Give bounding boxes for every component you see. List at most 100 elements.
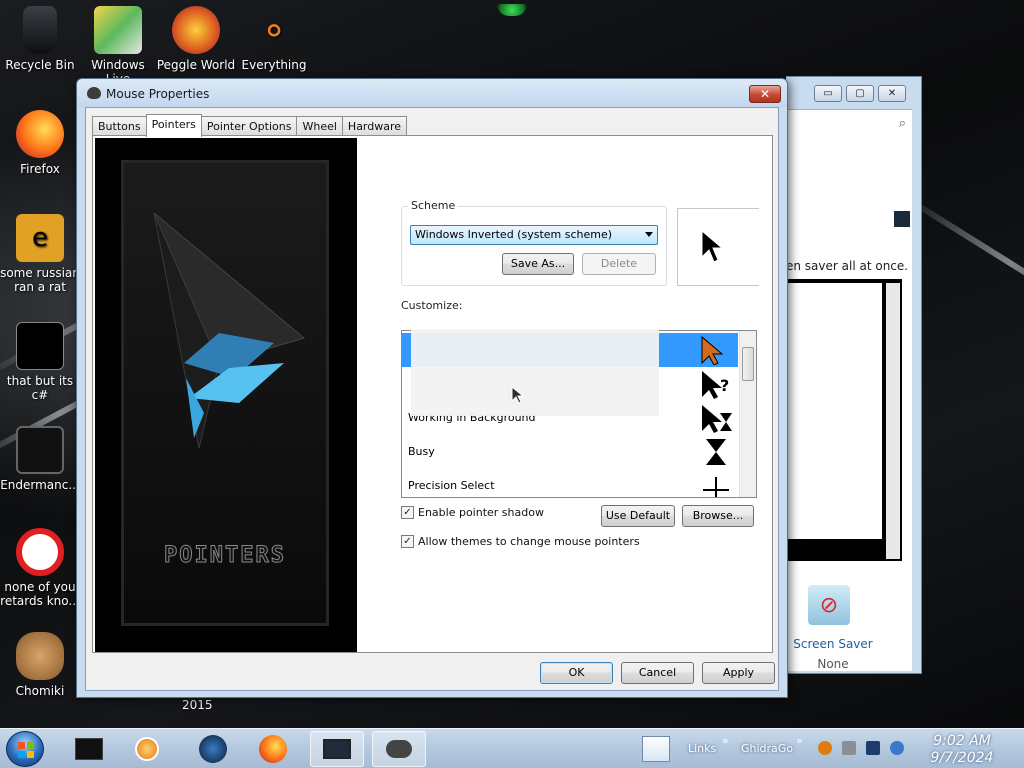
drag-ghost-overlay (411, 330, 659, 416)
tab-strip: Buttons Pointers Pointer Options Wheel H… (92, 114, 408, 137)
links-chevron[interactable]: » (722, 734, 729, 747)
allow-themes-row[interactable]: ✓ Allow themes to change mouse pointers (401, 535, 640, 548)
svg-text:?: ? (720, 376, 729, 395)
personalization-window[interactable]: ▭ ▢ ✕ ⌕ en saver all at once. ⊘ Screen S… (786, 76, 922, 674)
ghidrago-toolbar-label[interactable]: GhidraGo (741, 742, 793, 755)
caption-buttons: ▭ ▢ ✕ (814, 85, 906, 102)
browse-button[interactable]: Browse... (682, 505, 754, 527)
desktop-icon-label: some russian ran a rat (0, 266, 80, 294)
enable-pointer-shadow-checkbox[interactable]: ✓ (401, 506, 414, 519)
use-default-button[interactable]: Use Default (601, 505, 675, 527)
wallpaper-glow (497, 4, 527, 16)
help-icon[interactable] (894, 211, 910, 227)
video-icon (16, 426, 64, 474)
preview-brand-text: POINTERS (164, 543, 286, 569)
desktop-icon-peggle-world[interactable]: Peggle World (156, 6, 236, 72)
search-tray-icon[interactable] (818, 741, 832, 755)
scrollbar-thumb[interactable] (742, 347, 754, 381)
arrow-cursor-icon (701, 335, 724, 365)
taskbar-item-personalization[interactable] (310, 731, 364, 767)
settings-tray-icon[interactable] (842, 741, 856, 755)
delete-button[interactable]: Delete (582, 253, 656, 275)
firefox-icon (259, 735, 287, 763)
dialog-titlebar[interactable]: Mouse Properties ✕ (77, 79, 787, 107)
theme-gallery-content (788, 283, 882, 539)
gallery-scrollbar[interactable] (886, 283, 900, 559)
taskbar: Links » GhidraGo » 9:02 AM 9/7/2024 (0, 728, 1024, 768)
desktop-icon-everything[interactable]: ∘ Everything (234, 6, 314, 72)
allow-themes-label: Allow themes to change mouse pointers (418, 535, 640, 548)
mouse-cursor-icon (511, 386, 525, 404)
arrow-cursor-icon (701, 229, 724, 263)
taskbar-item-mouse-properties[interactable] (372, 731, 426, 767)
taskbar-item-firefox[interactable] (246, 731, 300, 767)
desktop-icon-chomiki[interactable]: Chomiki (0, 632, 80, 698)
screen-saver-tip: en saver all at once. (786, 259, 909, 273)
tab-wheel[interactable]: Wheel (296, 116, 343, 136)
start-button[interactable] (6, 731, 44, 767)
tab-pointers[interactable]: Pointers (145, 114, 202, 137)
close-button[interactable]: ✕ (749, 85, 781, 103)
mouse-icon (386, 740, 412, 758)
busy-hourglass-cursor-icon (706, 439, 726, 465)
desktop-icon-recycle-bin[interactable]: Recycle Bin (0, 6, 80, 72)
crosshair-cursor-icon (703, 477, 729, 497)
search-icon[interactable]: ⌕ (899, 116, 906, 131)
recycle-bin-icon (23, 6, 57, 54)
scheme-group: Scheme Windows Inverted (system scheme) … (401, 199, 667, 286)
links-toolbar-label[interactable]: Links (688, 742, 716, 755)
close-button[interactable]: ✕ (878, 85, 906, 102)
help-select-cursor-icon: ? (702, 371, 729, 399)
desktop-icon-some-russian[interactable]: e some russian ran a rat (0, 214, 80, 294)
ok-button[interactable]: OK (540, 662, 613, 684)
pointer-preview-box (677, 208, 759, 286)
tab-pointer-options[interactable]: Pointer Options (200, 116, 298, 136)
cursor-list-scrollbar[interactable] (739, 331, 756, 497)
desktop-icon-endermanch[interactable]: Endermanc... (0, 426, 80, 492)
ghidrago-chevron[interactable]: » (796, 734, 803, 747)
save-as-button[interactable]: Save As... (502, 253, 574, 275)
cursor-row-busy[interactable]: Busy (402, 435, 738, 469)
peggle-world-icon (172, 6, 220, 54)
cursor-label: Busy (408, 445, 435, 458)
taskbar-item-globe[interactable] (186, 731, 240, 767)
desktop-icon-label: Everything (241, 58, 307, 72)
screen-saver-link[interactable]: Screen Saver (786, 637, 880, 651)
desktop-icon-label: Recycle Bin (5, 58, 75, 72)
pointers-tab-page: POINTERS Scheme Windows Inverted (system… (92, 135, 773, 653)
network-tray-icon[interactable] (866, 741, 880, 755)
window-content: en saver all at once. ⊘ Screen Saver Non… (786, 141, 912, 671)
minimize-button[interactable]: ▭ (814, 85, 842, 102)
tab-hardware[interactable]: Hardware (341, 116, 408, 136)
volume-tray-icon[interactable] (890, 741, 904, 755)
desktop-icon-that-but-its-c[interactable]: that but its c# (0, 322, 80, 402)
apply-button[interactable]: Apply (702, 662, 775, 684)
desktop-icon-none-of-you[interactable]: none of you retards kno... (0, 528, 80, 608)
enable-pointer-shadow-row[interactable]: ✓ Enable pointer shadow (401, 506, 544, 519)
desktop-icon-windows-live[interactable]: Windows Live (78, 6, 158, 86)
taskbar-item-media-player[interactable] (120, 731, 174, 767)
opera-icon (16, 528, 64, 576)
tab-buttons[interactable]: Buttons (92, 116, 147, 136)
desktop-icon-firefox[interactable]: Firefox (0, 110, 80, 176)
screen-saver-value: None (817, 657, 849, 671)
allow-themes-checkbox[interactable]: ✓ (401, 535, 414, 548)
scheme-selected-value: Windows Inverted (system scheme) (415, 228, 613, 241)
scheme-dropdown[interactable]: Windows Inverted (system scheme) (410, 225, 658, 245)
taskbar-clock[interactable]: 9:02 AM 9/7/2024 (926, 733, 998, 767)
mouse-icon (87, 87, 101, 99)
maximize-button[interactable]: ▢ (846, 85, 874, 102)
mouse-properties-dialog[interactable]: Mouse Properties ✕ Buttons Pointers Poin… (76, 78, 788, 698)
cancel-button[interactable]: Cancel (621, 662, 694, 684)
notepad-icon[interactable] (642, 736, 670, 762)
taskbar-item-explorer[interactable] (62, 731, 116, 767)
desktop-icon-label: that but its c# (6, 374, 74, 402)
cursor-row-precision-select[interactable]: Precision Select (402, 469, 738, 497)
desktop-year-label: 2015 (182, 698, 213, 712)
theme-gallery[interactable] (786, 279, 902, 561)
monitor-icon (323, 739, 351, 759)
windows-live-icon (94, 6, 142, 54)
customize-label: Customize: (401, 299, 463, 312)
screen-saver-icon[interactable]: ⊘ (808, 585, 850, 625)
everything-search-icon: ∘ (261, 7, 287, 53)
